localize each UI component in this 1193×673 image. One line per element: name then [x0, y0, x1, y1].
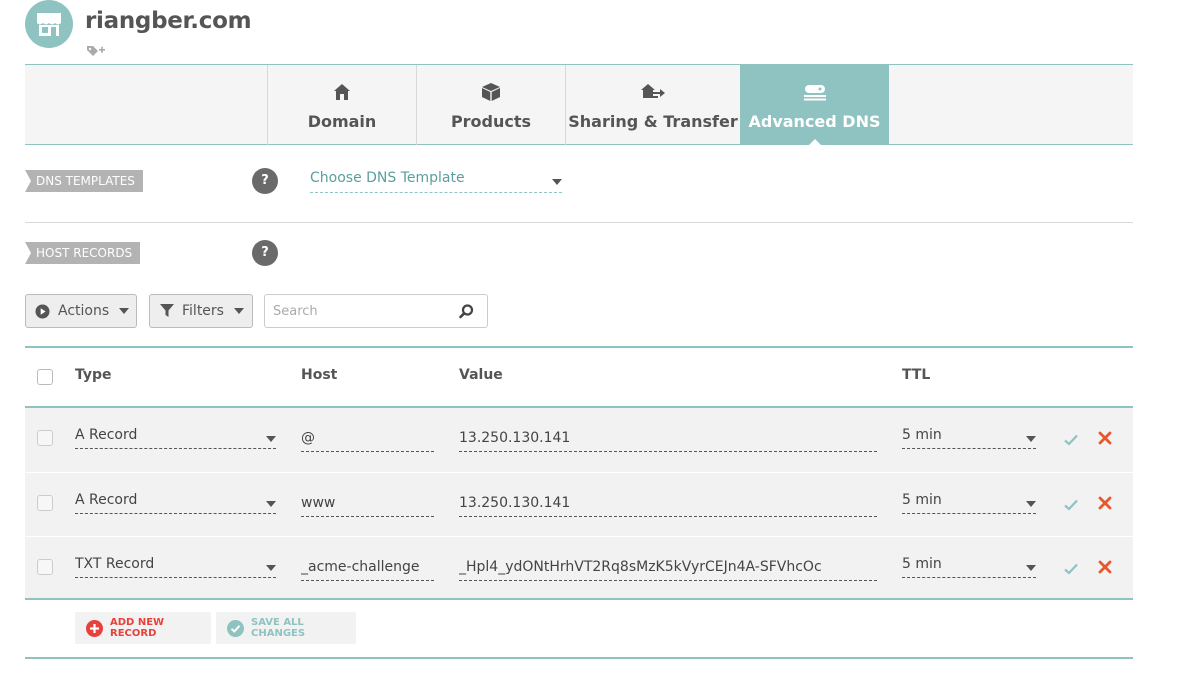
- value-field[interactable]: _Hpl4_ydONtHrhVT2Rq8sMzK5kVyrCEJn4A-SFVh…: [459, 559, 877, 581]
- dns-templates-help-icon[interactable]: ?: [252, 168, 278, 194]
- ttl-select[interactable]: 5 min: [902, 556, 1036, 578]
- row-checkbox[interactable]: [37, 495, 53, 511]
- check-circle-icon: [227, 619, 244, 637]
- tab-products[interactable]: Products: [416, 65, 565, 145]
- tab-sharing-transfer[interactable]: Sharing & Transfer: [565, 65, 740, 145]
- chevron-down-icon: [1026, 501, 1036, 507]
- dns-template-select-value: Choose DNS Template: [310, 170, 465, 186]
- save-all-changes-label: SAVE ALL CHANGES: [251, 617, 306, 639]
- value-field[interactable]: 13.250.130.141: [459, 495, 877, 517]
- dns-templates-label: DNS TEMPLATES: [25, 170, 143, 192]
- chevron-down-icon: [266, 501, 276, 507]
- host-records-label: HOST RECORDS: [25, 242, 141, 264]
- column-header-type: Type: [75, 367, 112, 383]
- domain-title: riangber.com: [85, 8, 252, 34]
- value-field[interactable]: 13.250.130.141: [459, 430, 877, 452]
- home-icon: [333, 81, 351, 103]
- tab-label: Advanced DNS: [748, 112, 881, 131]
- delete-record-icon[interactable]: [1098, 430, 1114, 446]
- box-icon: [481, 81, 501, 103]
- chevron-down-icon: [552, 179, 562, 185]
- tab-domain[interactable]: Domain: [267, 65, 416, 145]
- column-header-value: Value: [459, 367, 503, 383]
- host-field[interactable]: www: [301, 495, 434, 517]
- save-all-changes-button[interactable]: SAVE ALL CHANGES: [216, 612, 356, 644]
- ttl-select[interactable]: 5 min: [902, 492, 1036, 514]
- actions-label: Actions: [58, 303, 110, 319]
- delete-record-icon[interactable]: [1098, 559, 1114, 575]
- store-icon: [25, 0, 73, 48]
- ttl-value: 5 min: [902, 427, 942, 443]
- ttl-value: 5 min: [902, 556, 942, 572]
- add-tag-icon[interactable]: [86, 43, 106, 57]
- chevron-down-icon: [1026, 436, 1036, 442]
- table-row: TXT Record _acme-challenge _Hpl4_ydONtHr…: [25, 536, 1133, 600]
- record-type-select[interactable]: TXT Record: [75, 556, 276, 578]
- table-row: A Record @ 13.250.130.141 5 min: [25, 408, 1133, 472]
- dns-template-select[interactable]: Choose DNS Template: [310, 170, 562, 193]
- tab-label: Domain: [307, 112, 377, 131]
- column-header-host: Host: [301, 367, 338, 383]
- save-record-check-icon[interactable]: [1064, 560, 1080, 576]
- save-record-check-icon[interactable]: [1064, 496, 1080, 512]
- search-icon[interactable]: [459, 304, 474, 319]
- row-checkbox[interactable]: [37, 559, 53, 575]
- filters-label: Filters: [182, 303, 224, 319]
- ttl-select[interactable]: 5 min: [902, 427, 1036, 449]
- tab-label: Sharing & Transfer: [568, 112, 738, 131]
- transfer-icon: [640, 81, 666, 103]
- delete-record-icon[interactable]: [1098, 495, 1114, 511]
- host-field[interactable]: _acme-challenge: [301, 559, 434, 581]
- record-type-value: A Record: [75, 427, 138, 443]
- save-record-check-icon[interactable]: [1064, 431, 1080, 447]
- chevron-down-icon: [266, 565, 276, 571]
- search-input[interactable]: [273, 302, 453, 320]
- chevron-down-icon: [1026, 565, 1036, 571]
- search-box: [264, 294, 488, 328]
- host-field[interactable]: @: [301, 430, 434, 452]
- column-header-ttl: TTL: [902, 367, 931, 383]
- filters-button[interactable]: Filters: [149, 294, 253, 328]
- add-new-record-label: ADD NEW RECORD: [110, 617, 165, 639]
- actions-button[interactable]: Actions: [25, 294, 137, 328]
- tab-advanced-dns[interactable]: Advanced DNS: [740, 65, 889, 146]
- section-divider: [25, 222, 1133, 223]
- record-type-select[interactable]: A Record: [75, 427, 276, 449]
- chevron-down-icon: [119, 308, 130, 314]
- dns-icon: [803, 81, 827, 103]
- tab-label: Products: [450, 112, 532, 131]
- record-type-select[interactable]: A Record: [75, 492, 276, 514]
- table-top-border: [25, 346, 1133, 348]
- add-new-record-button[interactable]: ADD NEW RECORD: [75, 612, 211, 644]
- records-table-body: A Record @ 13.250.130.141 5 min A Record…: [25, 406, 1133, 600]
- table-row: A Record www 13.250.130.141 5 min: [25, 472, 1133, 536]
- host-records-help-icon[interactable]: ?: [252, 240, 278, 266]
- play-circle-icon: [35, 304, 50, 319]
- chevron-down-icon: [266, 436, 276, 442]
- ttl-value: 5 min: [902, 492, 942, 508]
- table-bottom-border: [25, 657, 1133, 659]
- record-type-value: A Record: [75, 492, 138, 508]
- filter-icon: [160, 304, 174, 318]
- record-type-value: TXT Record: [75, 556, 155, 572]
- select-all-checkbox[interactable]: [37, 369, 53, 385]
- chevron-down-icon: [233, 308, 244, 314]
- row-checkbox[interactable]: [37, 430, 53, 446]
- tab-bar: Domain Products Sharing & Transfer Advan…: [25, 64, 1133, 146]
- add-circle-icon: [86, 619, 103, 637]
